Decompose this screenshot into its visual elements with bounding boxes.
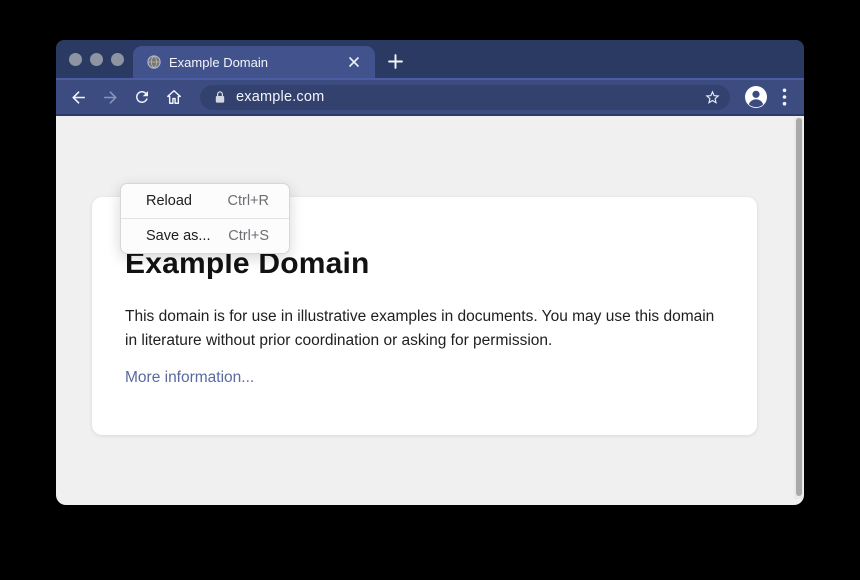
page-viewport: Example Domain This domain is for use in… [56,116,804,505]
close-window-button[interactable] [69,53,82,66]
home-icon [164,87,184,107]
browser-window: Example Domain [56,40,804,505]
menu-item-shortcut: Ctrl+R [228,193,270,209]
menu-item-shortcut: Ctrl+S [228,228,269,244]
context-menu-item-reload[interactable]: Reload Ctrl+R [121,184,289,218]
context-menu-item-save-as[interactable]: Save as... Ctrl+S [121,219,289,253]
reload-button[interactable] [128,83,156,111]
tab-close-icon[interactable] [345,53,363,71]
more-information-link[interactable]: More information... [125,369,254,387]
home-button[interactable] [160,83,188,111]
globe-favicon-icon [147,55,161,69]
back-arrow-icon [69,88,88,107]
avatar-icon [744,85,768,109]
new-tab-button[interactable] [383,49,407,73]
zoom-window-button[interactable] [111,53,124,66]
tab-title: Example Domain [169,55,339,70]
forward-arrow-icon [101,88,120,107]
reload-icon [133,88,151,106]
page-paragraph: This domain is for use in illustrative e… [125,305,725,353]
titlebar: Example Domain [56,40,804,78]
url-text[interactable]: example.com [236,89,324,105]
address-bar[interactable]: example.com [200,85,730,110]
browser-menu-button[interactable] [772,84,796,110]
browser-toolbar: example.com [56,78,804,116]
context-menu: Reload Ctrl+R Save as... Ctrl+S [120,183,290,254]
forward-button[interactable] [96,83,124,111]
back-button[interactable] [64,83,92,111]
scrollbar-thumb[interactable] [796,118,802,496]
menu-item-label: Save as... [146,228,210,244]
browser-tab[interactable]: Example Domain [133,46,375,78]
menu-item-label: Reload [146,193,192,209]
window-controls [69,53,124,66]
bookmark-star-icon[interactable] [704,89,721,106]
kebab-menu-icon [782,88,787,106]
profile-avatar-button[interactable] [742,83,770,111]
minimize-window-button[interactable] [90,53,103,66]
lock-icon [214,90,226,104]
